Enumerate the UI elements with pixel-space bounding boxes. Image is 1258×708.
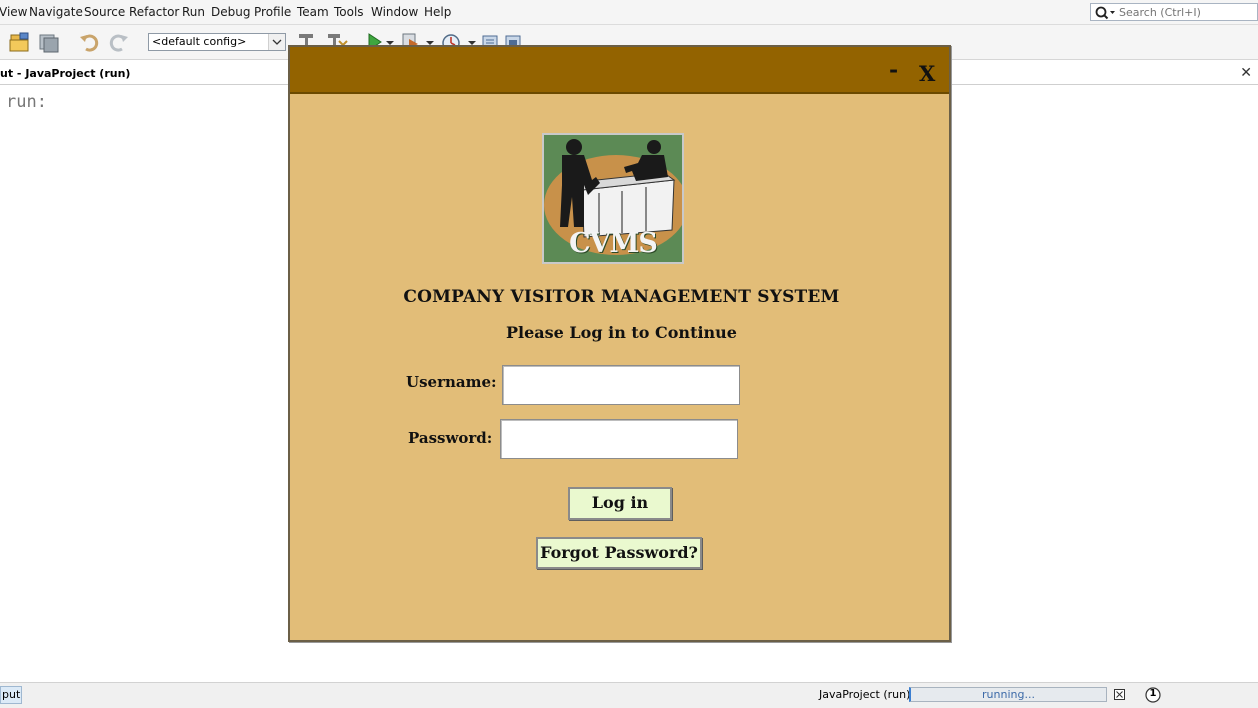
output-tab-title[interactable]: ut - JavaProject (run) — [0, 67, 130, 80]
close-button[interactable]: X — [919, 61, 935, 86]
login-subtitle: Please Log in to Continue — [506, 323, 737, 342]
menu-run[interactable]: Run — [182, 5, 205, 19]
password-label: Password: — [408, 429, 493, 447]
running-project-label: JavaProject (run) — [819, 688, 911, 701]
logo-text: CVMS — [569, 228, 658, 259]
config-dropdown[interactable]: <default config> — [148, 33, 286, 51]
undo-icon[interactable] — [78, 31, 100, 53]
output-console-text: run: — [6, 92, 47, 112]
chevron-down-icon[interactable] — [268, 34, 285, 50]
notification-count: 1 — [1149, 688, 1157, 699]
open-project-icon[interactable] — [8, 31, 30, 53]
menu-debug[interactable]: Debug — [211, 5, 250, 19]
login-button[interactable]: Log in — [568, 487, 672, 520]
ide-search-box[interactable] — [1090, 3, 1258, 21]
run-progress-bar[interactable]: running... — [909, 687, 1107, 702]
save-all-icon[interactable] — [38, 31, 60, 53]
username-label: Username: — [406, 373, 497, 391]
ide-search-input[interactable] — [1119, 4, 1257, 20]
menu-refactor[interactable]: Refactor — [129, 5, 179, 19]
app-title: COMPANY VISITOR MANAGEMENT SYSTEM — [403, 287, 840, 307]
menu-tools[interactable]: Tools — [334, 5, 364, 19]
notification-icon[interactable]: 1 — [1145, 687, 1161, 703]
redo-icon[interactable] — [108, 31, 130, 53]
username-field[interactable] — [502, 365, 740, 405]
run-progress-text: running... — [982, 688, 1035, 701]
stop-process-icon[interactable] — [1114, 689, 1125, 700]
minimize-button[interactable]: - — [889, 57, 898, 83]
output-window-tab[interactable]: put — [0, 686, 22, 704]
login-dialog: - X CVMS COMPANY VISITOR MANAGEMENT SYST… — [288, 45, 951, 642]
config-dropdown-value: <default config> — [152, 35, 247, 48]
menu-navigate[interactable]: Navigate — [29, 5, 83, 19]
ide-statusbar: put JavaProject (run) running... 1 — [0, 682, 1258, 708]
close-icon[interactable]: ✕ — [1240, 65, 1252, 81]
dialog-titlebar[interactable]: - X — [290, 47, 949, 94]
menu-help[interactable]: Help — [424, 5, 451, 19]
menu-team[interactable]: Team — [297, 5, 329, 19]
forgot-password-button[interactable]: Forgot Password? — [536, 537, 702, 569]
search-icon — [1095, 6, 1115, 20]
menu-profile[interactable]: Profile — [254, 5, 291, 19]
menu-source[interactable]: Source — [84, 5, 125, 19]
menu-window[interactable]: Window — [371, 5, 418, 19]
ide-menubar: View Navigate Source Refactor Run Debug … — [0, 0, 1258, 24]
menu-view[interactable]: View — [0, 5, 27, 19]
cvms-logo: CVMS — [542, 133, 684, 264]
output-window-tab-label: put — [2, 688, 21, 701]
password-field[interactable] — [500, 419, 738, 459]
